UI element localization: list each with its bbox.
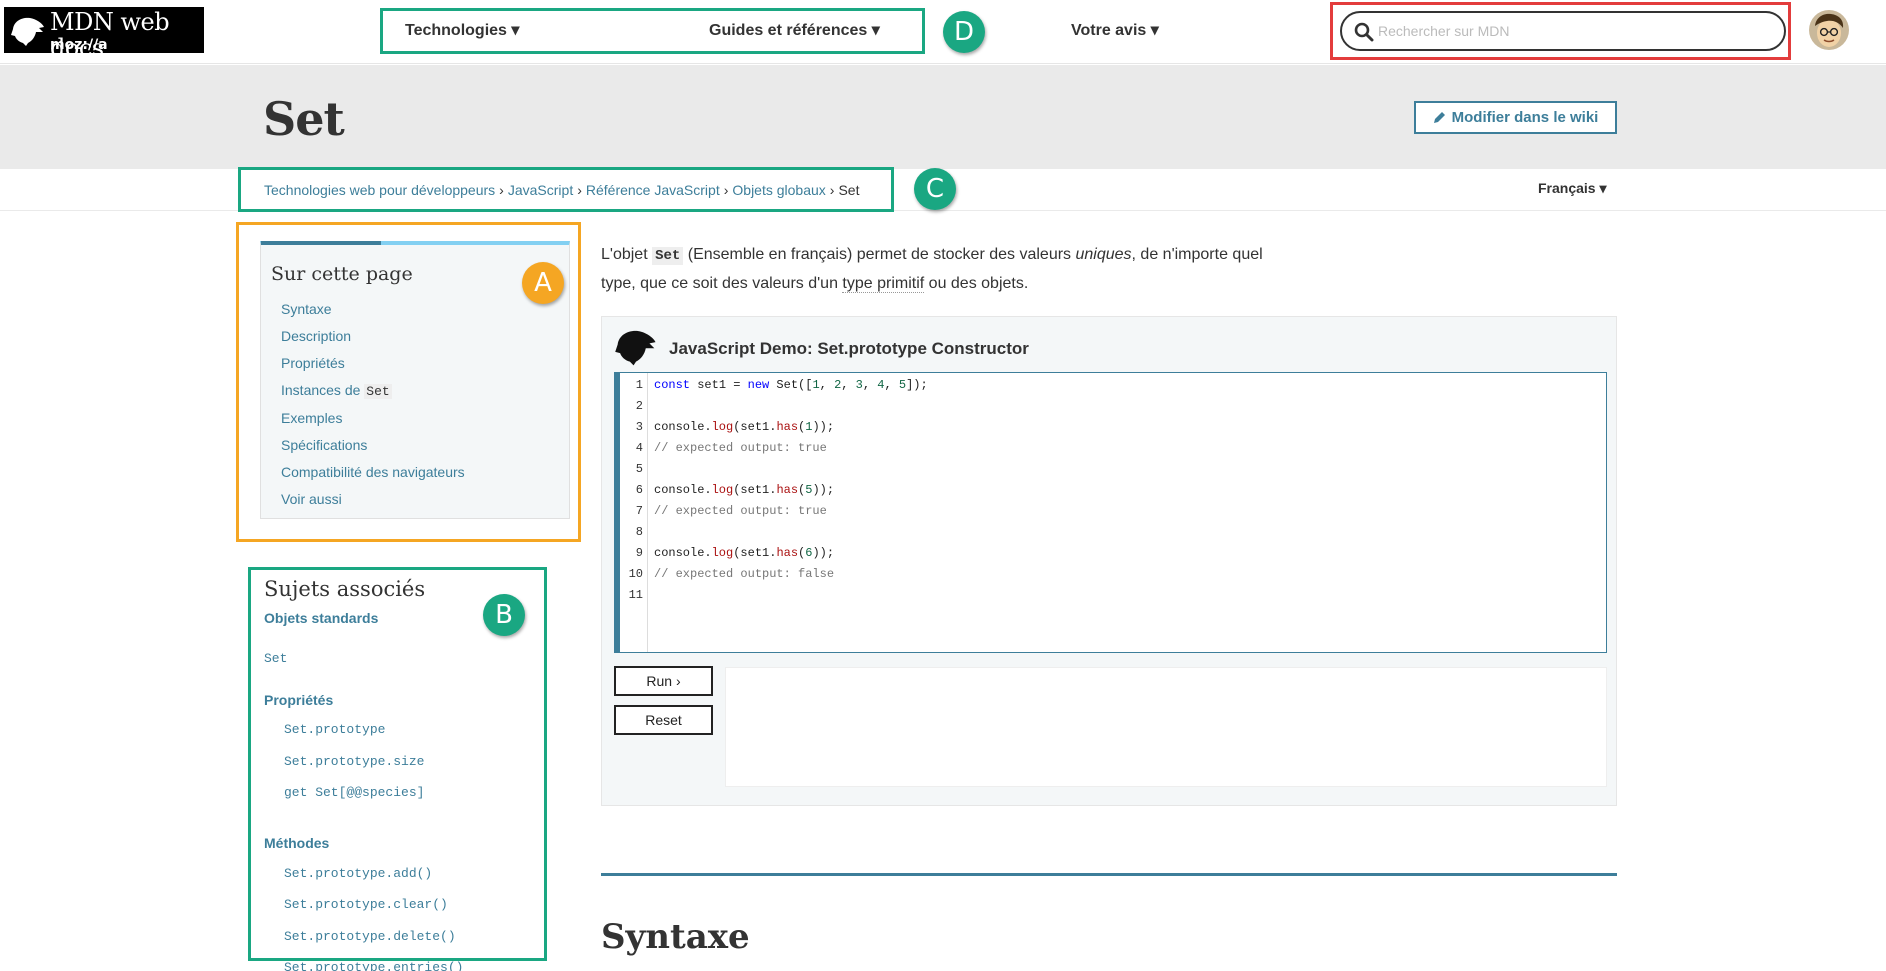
section-divider — [601, 873, 1617, 876]
code-line[interactable]: const set1 = new Set([1, 2, 3, 4, 5]); — [654, 375, 928, 396]
annotation-badge-d: D — [943, 11, 985, 53]
reset-button[interactable]: Reset — [614, 705, 713, 735]
intro-text-4: ou des objets. — [924, 275, 1029, 292]
avatar[interactable] — [1809, 10, 1849, 50]
line-number: 6 — [635, 483, 643, 497]
demo-output — [725, 667, 1607, 787]
line-number: 9 — [635, 546, 643, 560]
code-line[interactable]: console.log(set1.has(5)); — [654, 480, 834, 501]
intro-emphasis: uniques — [1075, 246, 1132, 263]
code-editor[interactable]: 1 2 3 4 5 6 7 8 9 10 11 const set1 = new… — [614, 372, 1607, 653]
section-heading-syntax: Syntaxe — [601, 917, 750, 957]
annotation-badge-a: A — [522, 262, 564, 304]
line-number: 11 — [628, 588, 643, 602]
code-line[interactable]: // expected output: true — [654, 438, 827, 459]
line-number: 1 — [635, 378, 643, 392]
annotation-badge-c: C — [914, 168, 956, 210]
logo-wordmark: MDN web docs — [50, 8, 170, 62]
pencil-icon — [1433, 112, 1445, 123]
code-line[interactable]: // expected output: false — [654, 564, 834, 585]
dinosaur-icon — [615, 330, 656, 366]
intro-link-primitive[interactable]: type primitif — [842, 275, 925, 293]
annotation-badge-b: B — [483, 594, 525, 636]
page-title: Set — [263, 92, 345, 146]
line-number: 7 — [635, 504, 643, 518]
intro-paragraph: L'objet Set (Ensemble en français) perme… — [601, 241, 1281, 297]
user-avatar-icon — [1809, 10, 1849, 50]
code-line[interactable]: // expected output: true — [654, 501, 827, 522]
intro-text-2: (Ensemble en français) permet de stocker… — [683, 246, 1076, 263]
edit-wiki-button[interactable]: Modifier dans le wiki — [1414, 101, 1617, 134]
line-number-gutter: 1 2 3 4 5 6 7 8 9 10 11 — [620, 373, 648, 652]
code-line[interactable]: console.log(set1.has(6)); — [654, 543, 834, 564]
line-number: 3 — [635, 420, 643, 434]
line-number: 4 — [635, 441, 643, 455]
mozilla-wordmark: moz://a — [50, 37, 108, 53]
dinosaur-icon — [11, 17, 44, 46]
code-line[interactable]: console.log(set1.has(1)); — [654, 417, 834, 438]
interactive-demo: JavaScript Demo: Set.prototype Construct… — [601, 316, 1617, 806]
language-selector[interactable]: Français ▾ — [1538, 180, 1607, 197]
run-button[interactable]: Run › — [614, 666, 713, 696]
nav-feedback[interactable]: Votre avis ▾ — [1071, 20, 1159, 40]
related-link-entries[interactable]: Set.prototype.entries() — [284, 960, 463, 971]
annotation-box-d — [380, 8, 925, 54]
edit-wiki-label: Modifier dans le wiki — [1451, 109, 1599, 126]
intro-code-set: Set — [652, 247, 684, 265]
demo-title: JavaScript Demo: Set.prototype Construct… — [669, 339, 1029, 358]
intro-text-1: L'objet — [601, 246, 653, 263]
line-number: 10 — [628, 567, 643, 581]
line-number: 5 — [635, 462, 643, 476]
title-band: Set Modifier dans le wiki — [0, 65, 1886, 169]
annotation-box-c — [238, 167, 894, 212]
line-number: 8 — [635, 525, 643, 539]
mdn-logo[interactable]: MDN web docs moz://a — [4, 7, 204, 61]
annotation-box-search — [1330, 2, 1791, 60]
line-number: 2 — [635, 399, 643, 413]
